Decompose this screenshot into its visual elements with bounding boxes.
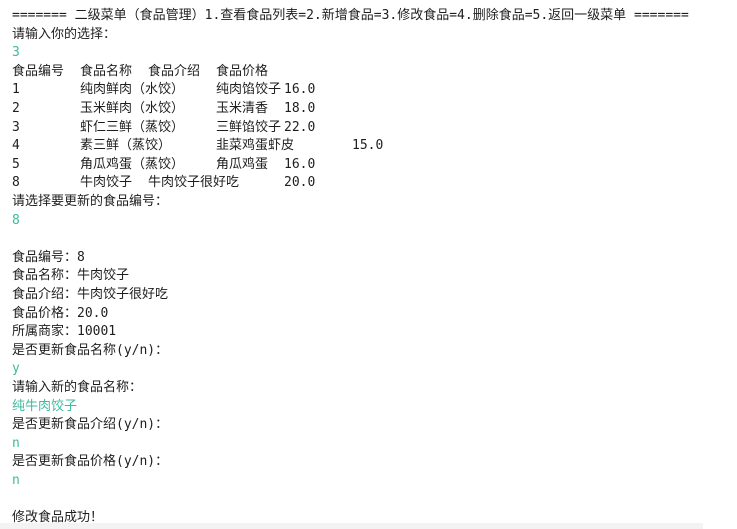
- row-price: 20.0: [284, 175, 316, 191]
- question-update-name: 是否更新食品名称(y/n)：: [12, 342, 169, 358]
- row-price: 16.0: [284, 82, 316, 98]
- detail-line: 所属商家：10001: [12, 324, 117, 340]
- table-row: 8 牛肉饺子 牛肉饺子很好吃 20.0: [12, 174, 712, 193]
- table-header: 食品编号 食品名称 食品介绍 食品价格: [12, 63, 712, 82]
- row-id: 3: [12, 119, 20, 135]
- question-update-price: 是否更新食品价格(y/n)：: [12, 454, 169, 470]
- row-id: 5: [12, 156, 20, 172]
- row-name: 虾仁三鲜（蒸饺）: [80, 119, 185, 135]
- input-food-id: 8: [12, 212, 20, 228]
- answer-update-name: y: [12, 361, 20, 377]
- table-row: 4 素三鲜（蒸饺） 韭菜鸡蛋虾皮 15.0: [12, 137, 712, 156]
- row-price: 22.0: [284, 119, 316, 135]
- answer-update-desc: n: [12, 435, 20, 451]
- row-id: 4: [12, 138, 20, 154]
- row-desc: 韭菜鸡蛋虾皮: [216, 138, 295, 154]
- col-header-id: 食品编号: [12, 63, 65, 79]
- answer-update-price: n: [12, 473, 20, 488]
- detail-line: 食品编号：8: [12, 249, 85, 265]
- detail-line: 食品名称：牛肉饺子: [12, 268, 130, 284]
- row-id: 1: [12, 82, 20, 98]
- col-header-name: 食品名称: [80, 63, 133, 79]
- row-price: 15.0: [352, 138, 384, 154]
- row-desc: 三鲜馅饺子: [216, 119, 282, 135]
- input-choice: 3: [12, 45, 20, 61]
- row-name: 纯肉鲜肉（水饺）: [80, 82, 185, 98]
- table-row: 1 纯肉鲜肉（水饺） 纯肉馅饺子 16.0: [12, 81, 712, 100]
- row-desc: 纯肉馅饺子: [216, 82, 282, 98]
- menu-header: ======= 二级菜单（食品管理）1.查看食品列表=2.新增食品=3.修改食品…: [12, 8, 689, 23]
- table-row: 5 角瓜鸡蛋（蒸饺） 角瓜鸡蛋 16.0: [12, 156, 712, 175]
- row-name: 牛肉饺子: [80, 175, 133, 191]
- console-output[interactable]: ======= 二级菜单（食品管理）1.查看食品列表=2.新增食品=3.修改食品…: [0, 0, 737, 529]
- row-desc: 牛肉饺子很好吃: [148, 175, 240, 191]
- row-desc: 角瓜鸡蛋: [216, 156, 269, 172]
- row-id: 2: [12, 101, 20, 116]
- prompt-select-id: 请选择要更新的食品编号：: [12, 194, 169, 209]
- prompt-new-name: 请输入新的食品名称：: [12, 380, 143, 395]
- answer-new-name: 纯牛肉饺子: [12, 398, 78, 414]
- prompt-choice: 请输入你的选择：: [12, 26, 117, 42]
- row-name: 角瓜鸡蛋（蒸饺）: [80, 156, 185, 172]
- table-row: 2 玉米鲜肉（水饺） 玉米清香 18.0: [12, 100, 712, 119]
- col-header-desc: 食品介绍: [148, 63, 201, 79]
- row-price: 16.0: [284, 156, 316, 172]
- col-header-price: 食品价格: [216, 63, 269, 79]
- row-id: 8: [12, 175, 20, 191]
- row-desc: 玉米清香: [216, 101, 269, 116]
- row-price: 18.0: [284, 101, 316, 116]
- row-name: 素三鲜（蒸饺）: [80, 138, 172, 154]
- question-update-desc: 是否更新食品介绍(y/n)：: [12, 417, 169, 433]
- detail-line: 食品介绍：牛肉饺子很好吃: [12, 287, 169, 302]
- row-name: 玉米鲜肉（水饺）: [80, 101, 185, 116]
- table-row: 3 虾仁三鲜（蒸饺） 三鲜馅饺子 22.0: [12, 119, 712, 138]
- bottom-strip: [0, 523, 703, 529]
- detail-line: 食品价格：20.0: [12, 305, 109, 321]
